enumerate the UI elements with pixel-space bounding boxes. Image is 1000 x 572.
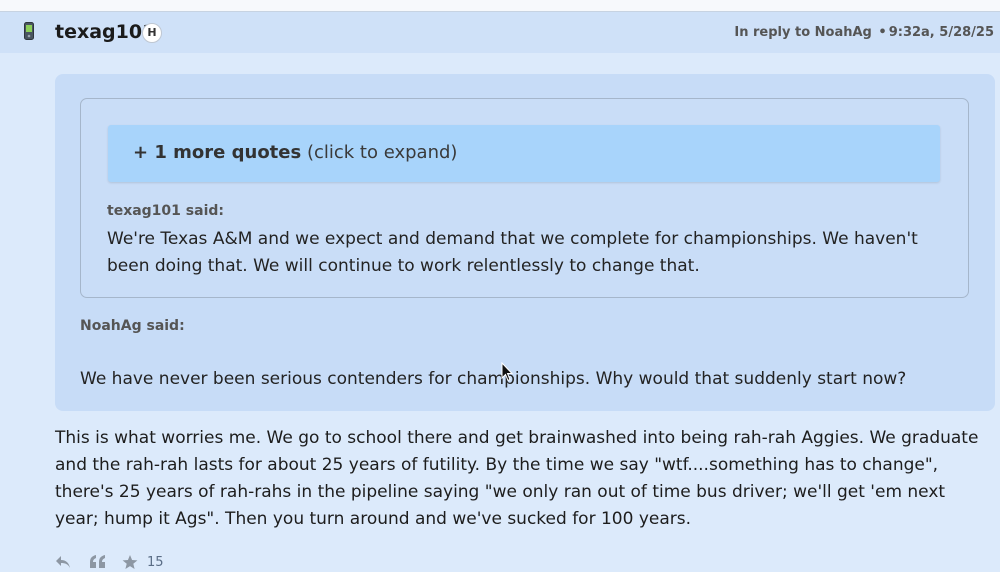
inner-quote-author: texag101 said: (107, 203, 224, 219)
mouse-cursor-icon (501, 362, 513, 382)
expand-quotes-hint: (click to expand) (306, 142, 458, 163)
outer-quote-block: + 1 more quotes (click to expand) texag1… (55, 74, 995, 411)
post-header: texag101 H In reply to NoahAg • 9:32a, 5/… (0, 12, 1000, 53)
top-strip (0, 0, 1000, 12)
inner-quote-text: We're Texas A&M and we expect and demand… (107, 229, 918, 276)
outer-quote-text: We have never been serious contenders fo… (80, 369, 907, 389)
post-body-text: This is what worries me. We go to school… (55, 428, 979, 529)
user-badge: H (142, 23, 162, 43)
expand-quotes-count: + 1 more quotes (133, 142, 302, 163)
reply-meta: In reply to NoahAg • 9:32a, 5/28/25 (734, 25, 994, 41)
post-username[interactable]: texag101 (55, 20, 155, 44)
expand-quotes-label: + 1 more quotes (click to expand) (133, 142, 457, 164)
outer-quote-author: NoahAg said: (80, 318, 185, 334)
phone-icon (24, 22, 34, 40)
inner-quote-block: + 1 more quotes (click to expand) texag1… (80, 98, 969, 298)
post-timestamp: 9:32a, 5/28/25 (888, 25, 994, 40)
star-count: 15 (147, 555, 164, 570)
reply-to-link[interactable]: In reply to NoahAg (734, 25, 871, 40)
expand-quotes-button[interactable]: + 1 more quotes (click to expand) (108, 125, 940, 182)
meta-separator: • (878, 25, 887, 40)
